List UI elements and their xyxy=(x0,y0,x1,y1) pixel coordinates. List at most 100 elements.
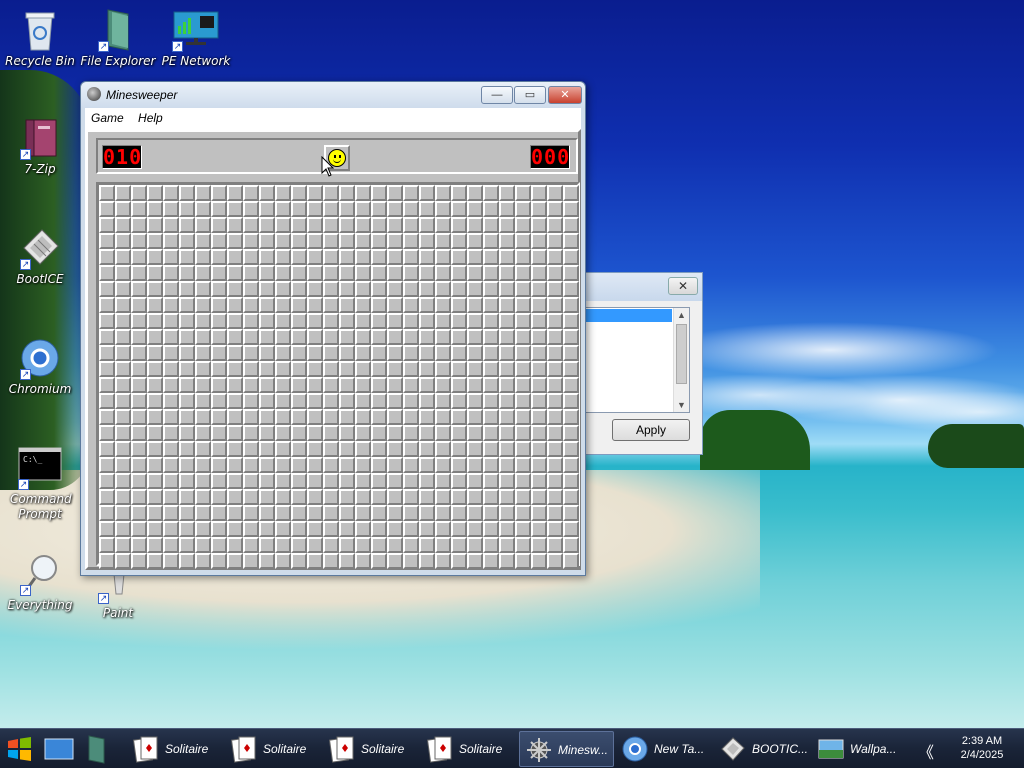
mine-cell[interactable] xyxy=(275,409,291,425)
desktop-icon-command-prompt[interactable]: C:\_ ↗ Command Prompt xyxy=(0,446,80,522)
mine-cell[interactable] xyxy=(499,233,515,249)
mine-cell[interactable] xyxy=(163,553,179,569)
mine-cell[interactable] xyxy=(483,297,499,313)
mine-cell[interactable] xyxy=(211,297,227,313)
mine-cell[interactable] xyxy=(387,409,403,425)
mine-cell[interactable] xyxy=(547,377,563,393)
mine-cell[interactable] xyxy=(147,409,163,425)
mine-cell[interactable] xyxy=(563,361,579,377)
mine-cell[interactable] xyxy=(563,345,579,361)
mine-cell[interactable] xyxy=(259,361,275,377)
mine-cell[interactable] xyxy=(163,441,179,457)
mine-cell[interactable] xyxy=(211,185,227,201)
taskbar-item-solitaire[interactable]: Solitaire xyxy=(225,731,320,767)
mine-cell[interactable] xyxy=(179,489,195,505)
mine-cell[interactable] xyxy=(147,201,163,217)
mine-cell[interactable] xyxy=(339,377,355,393)
mine-cell[interactable] xyxy=(403,553,419,569)
mine-cell[interactable] xyxy=(371,265,387,281)
mine-cell[interactable] xyxy=(435,425,451,441)
mine-cell[interactable] xyxy=(163,361,179,377)
mine-cell[interactable] xyxy=(147,313,163,329)
mine-cell[interactable] xyxy=(547,297,563,313)
mine-cell[interactable] xyxy=(259,185,275,201)
mine-cell[interactable] xyxy=(531,409,547,425)
mine-cell[interactable] xyxy=(515,297,531,313)
mine-cell[interactable] xyxy=(371,489,387,505)
quicklaunch-file-explorer[interactable] xyxy=(82,734,112,764)
mine-cell[interactable] xyxy=(339,329,355,345)
mine-cell[interactable] xyxy=(435,329,451,345)
mine-cell[interactable] xyxy=(99,265,115,281)
mine-cell[interactable] xyxy=(211,393,227,409)
mine-cell[interactable] xyxy=(531,361,547,377)
mine-cell[interactable] xyxy=(435,537,451,553)
mine-cell[interactable] xyxy=(339,457,355,473)
mine-cell[interactable] xyxy=(99,217,115,233)
mine-cell[interactable] xyxy=(419,505,435,521)
mine-cell[interactable] xyxy=(403,537,419,553)
mine-cell[interactable] xyxy=(355,281,371,297)
clock[interactable]: 2:39 AM 2/4/2025 xyxy=(950,734,1014,762)
mine-cell[interactable] xyxy=(323,537,339,553)
mine-cell[interactable] xyxy=(179,217,195,233)
mine-cell[interactable] xyxy=(547,505,563,521)
mine-cell[interactable] xyxy=(227,313,243,329)
mine-cell[interactable] xyxy=(163,377,179,393)
mine-cell[interactable] xyxy=(243,393,259,409)
mine-cell[interactable] xyxy=(99,201,115,217)
mine-cell[interactable] xyxy=(387,345,403,361)
mine-cell[interactable] xyxy=(371,425,387,441)
mine-cell[interactable] xyxy=(291,409,307,425)
mine-cell[interactable] xyxy=(515,361,531,377)
mine-cell[interactable] xyxy=(275,505,291,521)
mine-cell[interactable] xyxy=(339,265,355,281)
mine-cell[interactable] xyxy=(563,185,579,201)
mine-cell[interactable] xyxy=(211,457,227,473)
taskbar-item-solitaire[interactable]: Solitaire xyxy=(421,731,516,767)
mine-cell[interactable] xyxy=(211,201,227,217)
mine-cell[interactable] xyxy=(451,313,467,329)
mine-cell[interactable] xyxy=(211,313,227,329)
mine-cell[interactable] xyxy=(515,313,531,329)
mine-cell[interactable] xyxy=(371,313,387,329)
mine-cell[interactable] xyxy=(211,265,227,281)
mine-cell[interactable] xyxy=(179,233,195,249)
mine-cell[interactable] xyxy=(179,553,195,569)
mine-cell[interactable] xyxy=(339,425,355,441)
taskbar-item-bootice[interactable]: BOOTIC... xyxy=(714,731,809,767)
mine-cell[interactable] xyxy=(227,489,243,505)
mine-cell[interactable] xyxy=(467,265,483,281)
mine-cell[interactable] xyxy=(99,393,115,409)
mine-cell[interactable] xyxy=(179,329,195,345)
mine-cell[interactable] xyxy=(211,409,227,425)
mine-cell[interactable] xyxy=(179,297,195,313)
mine-cell[interactable] xyxy=(467,233,483,249)
mine-cell[interactable] xyxy=(515,425,531,441)
mine-cell[interactable] xyxy=(515,505,531,521)
mine-cell[interactable] xyxy=(339,537,355,553)
mine-cell[interactable] xyxy=(467,377,483,393)
mine-cell[interactable] xyxy=(291,393,307,409)
mine-cell[interactable] xyxy=(227,537,243,553)
mine-cell[interactable] xyxy=(435,201,451,217)
mine-cell[interactable] xyxy=(243,217,259,233)
mine-cell[interactable] xyxy=(163,313,179,329)
mine-cell[interactable] xyxy=(163,249,179,265)
mine-cell[interactable] xyxy=(371,361,387,377)
mine-cell[interactable] xyxy=(259,409,275,425)
mine-cell[interactable] xyxy=(371,201,387,217)
mine-cell[interactable] xyxy=(339,505,355,521)
mine-cell[interactable] xyxy=(563,281,579,297)
mine-cell[interactable] xyxy=(419,313,435,329)
mine-cell[interactable] xyxy=(483,521,499,537)
mine-cell[interactable] xyxy=(163,425,179,441)
mine-cell[interactable] xyxy=(307,457,323,473)
mine-cell[interactable] xyxy=(179,393,195,409)
mine-cell[interactable] xyxy=(227,521,243,537)
mine-cell[interactable] xyxy=(547,489,563,505)
mine-cell[interactable] xyxy=(211,521,227,537)
mine-cell[interactable] xyxy=(531,505,547,521)
mine-cell[interactable] xyxy=(387,473,403,489)
mine-cell[interactable] xyxy=(131,233,147,249)
